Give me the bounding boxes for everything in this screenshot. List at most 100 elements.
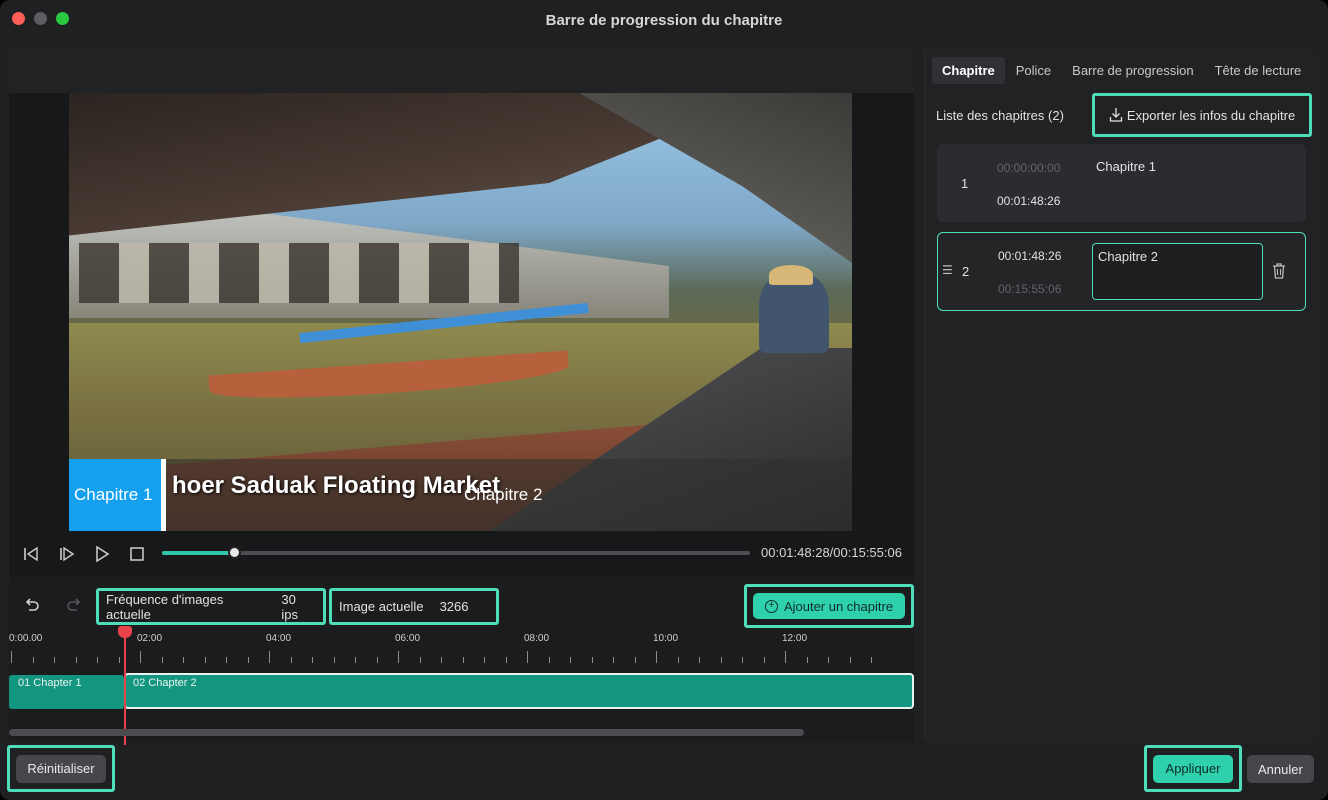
- ruler-tick: [548, 657, 550, 663]
- ruler-tick: [32, 657, 34, 663]
- add-chapter-highlight: + Ajouter un chapitre: [744, 584, 914, 628]
- ruler-tick-label: 0:00.00: [9, 633, 43, 644]
- ruler-tick: [333, 657, 335, 663]
- ruler-tick: [441, 657, 442, 663]
- ruler-tick: [398, 651, 399, 663]
- close-window-button[interactable]: [12, 12, 25, 25]
- ruler-tick-label: 12:00: [782, 633, 808, 644]
- ruler-tick: [312, 657, 313, 663]
- ruler-tick: [118, 657, 120, 663]
- ruler-tick-label: 08:00: [524, 633, 550, 644]
- tab-tete-de-lecture[interactable]: Tête de lecture: [1205, 57, 1312, 84]
- ruler-tick-label: 04:00: [266, 633, 292, 644]
- ruler-tick-label: 02:00: [137, 633, 163, 644]
- ruler-tick: [419, 657, 421, 663]
- zoom-window-button[interactable]: [56, 12, 69, 25]
- settings-tabs: Chapitre Police Barre de progression Têt…: [932, 57, 1312, 84]
- ruler-tick-label: 10:00: [653, 633, 679, 644]
- playhead[interactable]: [124, 627, 126, 745]
- chapter-index: 1: [961, 176, 969, 191]
- ruler-tick: [656, 651, 657, 663]
- tab-barre-de-progression[interactable]: Barre de progression: [1062, 57, 1203, 84]
- reset-highlight: Réinitialiser: [7, 745, 115, 792]
- apply-button[interactable]: Appliquer: [1152, 754, 1234, 783]
- caption-chapter-1: Chapitre 1: [69, 459, 161, 531]
- chapter-row-2[interactable]: ☰ 2 00:01:48:26 00:15:55:06 Chapitre 2: [937, 232, 1306, 311]
- reset-button[interactable]: Réinitialiser: [16, 754, 106, 783]
- apply-highlight: Appliquer: [1144, 745, 1242, 792]
- chapter-start-time: 00:00:00:00: [997, 161, 1061, 175]
- tab-chapitre[interactable]: Chapitre: [932, 57, 1005, 84]
- current-frame-display: Image actuelle 3266: [329, 588, 499, 625]
- ruler-tick: [355, 657, 356, 663]
- ruler-tick: [54, 657, 55, 663]
- ruler-tick: [484, 657, 485, 663]
- title-bar: Barre de progression du chapitre: [0, 0, 1328, 40]
- ruler-tick: [97, 657, 98, 663]
- play-icon[interactable]: [93, 545, 111, 563]
- ruler-tick: [140, 651, 141, 663]
- chapter-end-time[interactable]: 00:01:48:26: [997, 194, 1060, 208]
- drag-handle-icon[interactable]: ☰: [942, 263, 953, 277]
- cancel-button[interactable]: Annuler: [1247, 755, 1314, 783]
- chapter-end-time: 00:15:55:06: [998, 282, 1062, 296]
- export-chapter-info-label: Exporter les infos du chapitre: [1126, 107, 1296, 123]
- ruler-tick: [591, 657, 593, 663]
- settings-pane: Chapitre Police Barre de progression Têt…: [924, 49, 1318, 742]
- current-frame-value: 3266: [439, 599, 469, 614]
- ruler-tick: [75, 657, 77, 663]
- timeline-clip-chapter-1[interactable]: 01 Chapter 1: [9, 675, 124, 709]
- ruler-tick: [677, 657, 679, 663]
- chapter-track: 01 Chapter 1 02 Chapter 2: [9, 673, 914, 711]
- ruler-tick: [376, 657, 378, 663]
- tab-police[interactable]: Police: [1006, 57, 1061, 84]
- playback-timecode: 00:01:48:28/00:15:55:06: [761, 545, 902, 560]
- ruler-tick: [720, 657, 722, 663]
- frame-rate-display: Fréquence d'images actuelle 30 ips: [96, 588, 326, 625]
- add-chapter-button[interactable]: + Ajouter un chapitre: [752, 593, 906, 619]
- timeline-clip-chapter-2[interactable]: 02 Chapter 2: [124, 673, 914, 709]
- timeline-horizontal-scrollbar[interactable]: [9, 729, 804, 736]
- ruler-tick: [204, 657, 206, 663]
- preview-header: [9, 49, 914, 93]
- editor-pane: Chapitre 1 hoer Saduak Floating Market C…: [9, 49, 914, 745]
- stop-icon[interactable]: [128, 545, 146, 563]
- ruler-tick-label: 06:00: [395, 633, 421, 644]
- ruler-tick: [613, 657, 614, 663]
- playback-scrubber[interactable]: [162, 546, 750, 559]
- previous-frame-icon[interactable]: [22, 545, 40, 563]
- chapter-name-input[interactable]: Chapitre 2: [1092, 243, 1263, 300]
- chapter-index: 2: [962, 264, 970, 279]
- caption-divider: [161, 459, 166, 531]
- ruler-tick: [161, 657, 163, 663]
- dialog-window: Barre de progression du chapitre Chapitr…: [0, 0, 1328, 800]
- chapter-row-1[interactable]: 1 00:00:00:00 00:01:48:26 Chapitre 1: [937, 144, 1306, 222]
- frame-rate-value: 30 ips: [281, 591, 299, 622]
- window-title: Barre de progression du chapitre: [545, 11, 783, 29]
- chapter-start-time[interactable]: 00:01:48:26: [998, 249, 1061, 263]
- ruler-tick: [828, 657, 829, 663]
- ruler-tick: [849, 657, 851, 663]
- window-controls: [12, 12, 69, 25]
- ruler-tick: [570, 657, 571, 663]
- ruler-tick: [742, 657, 743, 663]
- playback-scrubber-handle[interactable]: [228, 546, 242, 559]
- frame-rate-label: Fréquence d'images actuelle: [106, 591, 224, 622]
- undo-icon[interactable]: [23, 596, 41, 619]
- ruler-tick: [505, 657, 507, 663]
- export-chapter-info-button[interactable]: Exporter les infos du chapitre: [1092, 93, 1312, 137]
- timeline-ruler[interactable]: 0:00.00 02:00 04:00 06:00 08:00 10:00 12:00: [9, 633, 914, 663]
- ruler-tick: [11, 651, 12, 663]
- next-frame-icon[interactable]: [58, 545, 76, 563]
- ruler-tick: [247, 657, 249, 663]
- ruler-tick: [527, 651, 528, 663]
- video-preview[interactable]: Chapitre 1 hoer Saduak Floating Market C…: [69, 93, 852, 531]
- minimize-window-button[interactable]: [34, 12, 47, 25]
- download-icon: [1109, 108, 1122, 122]
- trash-icon[interactable]: [1272, 262, 1286, 279]
- chapter-name[interactable]: Chapitre 1: [1096, 159, 1156, 174]
- playback-progress-fill: [162, 551, 235, 555]
- redo-icon[interactable]: [65, 596, 83, 619]
- ruler-tick: [763, 657, 765, 663]
- ruler-tick: [634, 657, 636, 663]
